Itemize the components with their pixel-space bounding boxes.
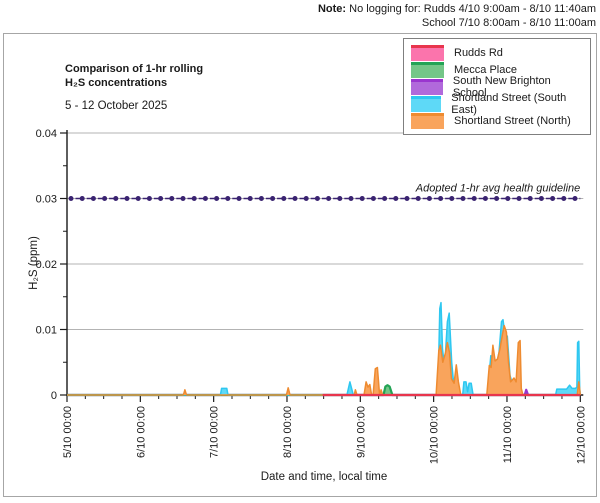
- guideline: Adopted 1-hr avg health guideline: [69, 183, 581, 202]
- y-tick-label: 0.04: [36, 128, 57, 140]
- guideline-marker: [169, 196, 174, 201]
- guideline-marker: [371, 196, 376, 201]
- guideline-marker: [517, 196, 522, 201]
- chart-title: Comparison of 1-hr rolling H₂S concentra…: [65, 62, 203, 113]
- guideline-marker: [181, 196, 186, 201]
- guideline-marker: [315, 196, 320, 201]
- guideline-marker: [158, 196, 163, 201]
- guideline-marker: [259, 196, 264, 201]
- guideline-marker: [337, 196, 342, 201]
- y-axis-title: H₂S (ppm): [28, 227, 40, 299]
- legend-swatch: [411, 96, 441, 112]
- x-tick-label: 12/10 00:00: [575, 406, 587, 464]
- gridlines: [67, 133, 583, 330]
- x-tick-label: 7/10 00:00: [209, 406, 221, 458]
- guideline-marker: [393, 196, 398, 201]
- guideline-marker: [360, 196, 365, 201]
- guideline-marker: [270, 196, 275, 201]
- guideline-marker: [91, 196, 96, 201]
- legend-label: Rudds Rd: [454, 47, 503, 59]
- guideline-marker: [405, 196, 410, 201]
- legend-label: Shortland Street (South East): [451, 92, 583, 116]
- guideline-marker: [225, 196, 230, 201]
- guideline-marker: [326, 196, 331, 201]
- axes: 00.010.020.030.045/10 00:006/10 00:007/1…: [36, 128, 588, 464]
- chart-title-line-1: Comparison of 1-hr rolling: [65, 62, 203, 76]
- guideline-marker: [125, 196, 130, 201]
- guideline-marker: [416, 196, 421, 201]
- guideline-marker: [483, 196, 488, 201]
- guideline-marker: [449, 196, 454, 201]
- guideline-marker: [102, 196, 107, 201]
- guideline-marker: [438, 196, 443, 201]
- guideline-marker: [281, 196, 286, 201]
- legend-item-rudds-rd: Rudds Rd: [411, 44, 583, 61]
- legend-label: Shortland Street (North): [454, 115, 571, 127]
- y-tick-label: 0.03: [36, 194, 57, 206]
- x-tick-label: 6/10 00:00: [135, 406, 147, 458]
- legend-swatch: [411, 79, 443, 95]
- x-tick-label: 5/10 00:00: [62, 406, 74, 458]
- legend-item-shortland-street-south-east: Shortland Street (South East): [411, 95, 583, 112]
- x-axis-title: Date and time, local time: [67, 471, 581, 483]
- series: [67, 303, 580, 395]
- guideline-marker: [248, 196, 253, 201]
- guideline-marker: [382, 196, 387, 201]
- chart-title-line-2: H₂S concentrations: [65, 76, 203, 90]
- guideline-marker: [561, 196, 566, 201]
- guideline-marker: [573, 196, 578, 201]
- x-tick-label: 11/10 00:00: [502, 406, 514, 463]
- guideline-marker: [472, 196, 477, 201]
- legend: Rudds Rd Mecca Place South New Brighton …: [403, 38, 591, 135]
- guideline-marker: [505, 196, 510, 201]
- guideline-marker: [461, 196, 466, 201]
- guideline-marker: [214, 196, 219, 201]
- guideline-marker: [494, 196, 499, 201]
- guideline-marker: [203, 196, 208, 201]
- guideline-label: Adopted 1-hr avg health guideline: [415, 183, 581, 195]
- guideline-marker: [136, 196, 141, 201]
- legend-swatch: [411, 62, 444, 78]
- guideline-marker: [550, 196, 555, 201]
- guideline-marker: [192, 196, 197, 201]
- chart-subtitle: 5 - 12 October 2025: [65, 99, 203, 113]
- chart-page: Note: No logging for: Rudds 4/10 9:00am …: [0, 0, 600, 503]
- y-tick-label: 0: [51, 390, 57, 402]
- x-tick-label: 8/10 00:00: [282, 406, 294, 458]
- guideline-marker: [427, 196, 432, 201]
- guideline-marker: [304, 196, 309, 201]
- legend-swatch: [411, 113, 444, 129]
- guideline-marker: [293, 196, 298, 201]
- guideline-marker: [113, 196, 118, 201]
- guideline-marker: [349, 196, 354, 201]
- series-fill-shortland-street-north: [67, 326, 580, 395]
- guideline-marker: [237, 196, 242, 201]
- y-tick-label: 0.01: [36, 325, 57, 337]
- guideline-marker: [539, 196, 544, 201]
- guideline-marker: [528, 196, 533, 201]
- guideline-marker: [69, 196, 74, 201]
- x-tick-label: 10/10 00:00: [429, 406, 441, 464]
- legend-swatch: [411, 45, 444, 61]
- x-tick-label: 9/10 00:00: [355, 406, 367, 458]
- guideline-marker: [80, 196, 85, 201]
- legend-item-shortland-street-north: Shortland Street (North): [411, 112, 583, 129]
- guideline-marker: [147, 196, 152, 201]
